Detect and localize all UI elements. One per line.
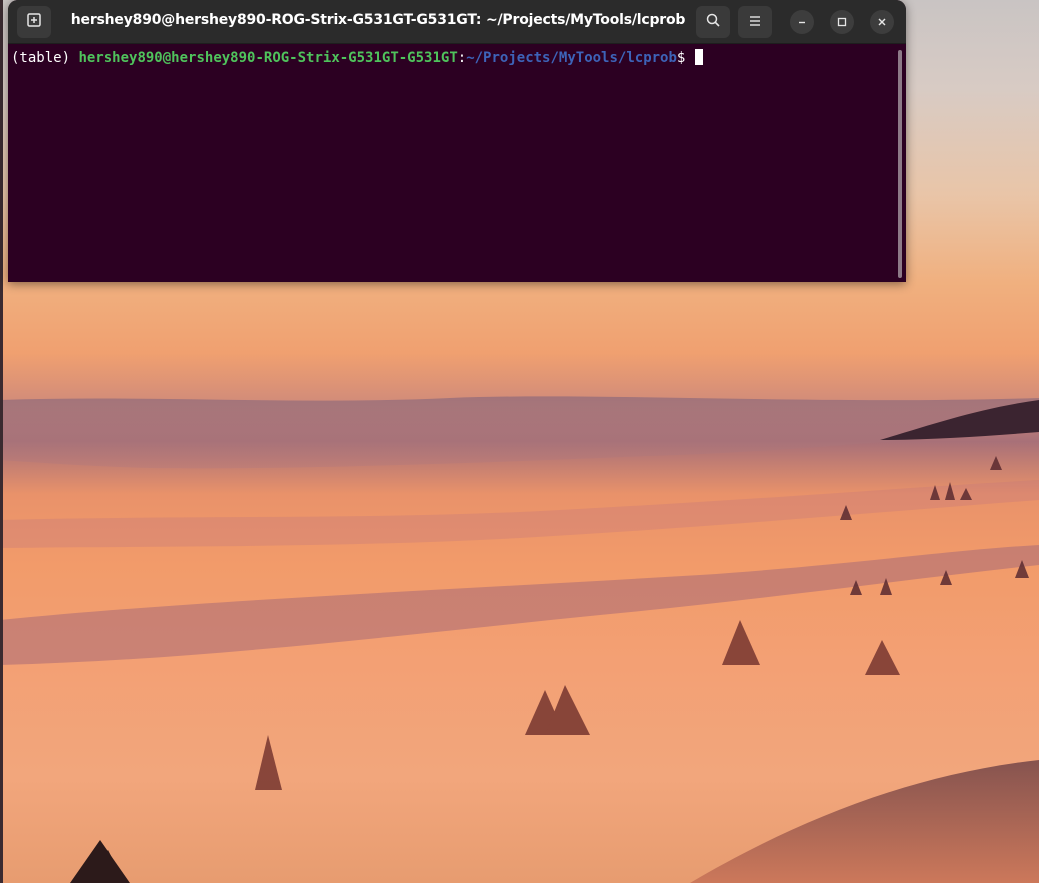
close-icon <box>876 13 888 32</box>
menu-button[interactable] <box>738 6 772 38</box>
user-host: hershey890@hershey890-ROG-Strix-G531GT-G… <box>78 50 458 66</box>
prompt-line: (table) hershey890@hershey890-ROG-Strix-… <box>11 49 703 67</box>
text-cursor <box>694 49 703 65</box>
search-icon <box>705 12 721 32</box>
terminal-output-area[interactable]: (table) hershey890@hershey890-ROG-Strix-… <box>8 44 906 282</box>
screen-left-edge <box>0 0 3 883</box>
close-button[interactable] <box>870 10 894 34</box>
prompt-symbol: $ <box>676 50 686 66</box>
hamburger-menu-icon <box>748 13 762 32</box>
search-button[interactable] <box>696 6 730 38</box>
terminal-window[interactable]: hershey890@hershey890-ROG-Strix-G531GT-G… <box>8 0 906 282</box>
window-title: hershey890@hershey890-ROG-Strix-G531GT-G… <box>70 12 686 28</box>
terminal-titlebar[interactable]: hershey890@hershey890-ROG-Strix-G531GT-G… <box>8 0 906 44</box>
terminal-scrollbar[interactable] <box>898 50 902 278</box>
conda-env-label: (table) <box>11 50 71 66</box>
minimize-icon <box>796 13 808 32</box>
maximize-icon <box>836 13 848 32</box>
new-tab-icon <box>26 12 42 32</box>
new-tab-button[interactable] <box>17 6 51 38</box>
prompt-separator: : <box>457 50 467 66</box>
minimize-button[interactable] <box>790 10 814 34</box>
working-directory: ~/Projects/MyTools/lcprob <box>466 50 677 66</box>
maximize-button[interactable] <box>830 10 854 34</box>
